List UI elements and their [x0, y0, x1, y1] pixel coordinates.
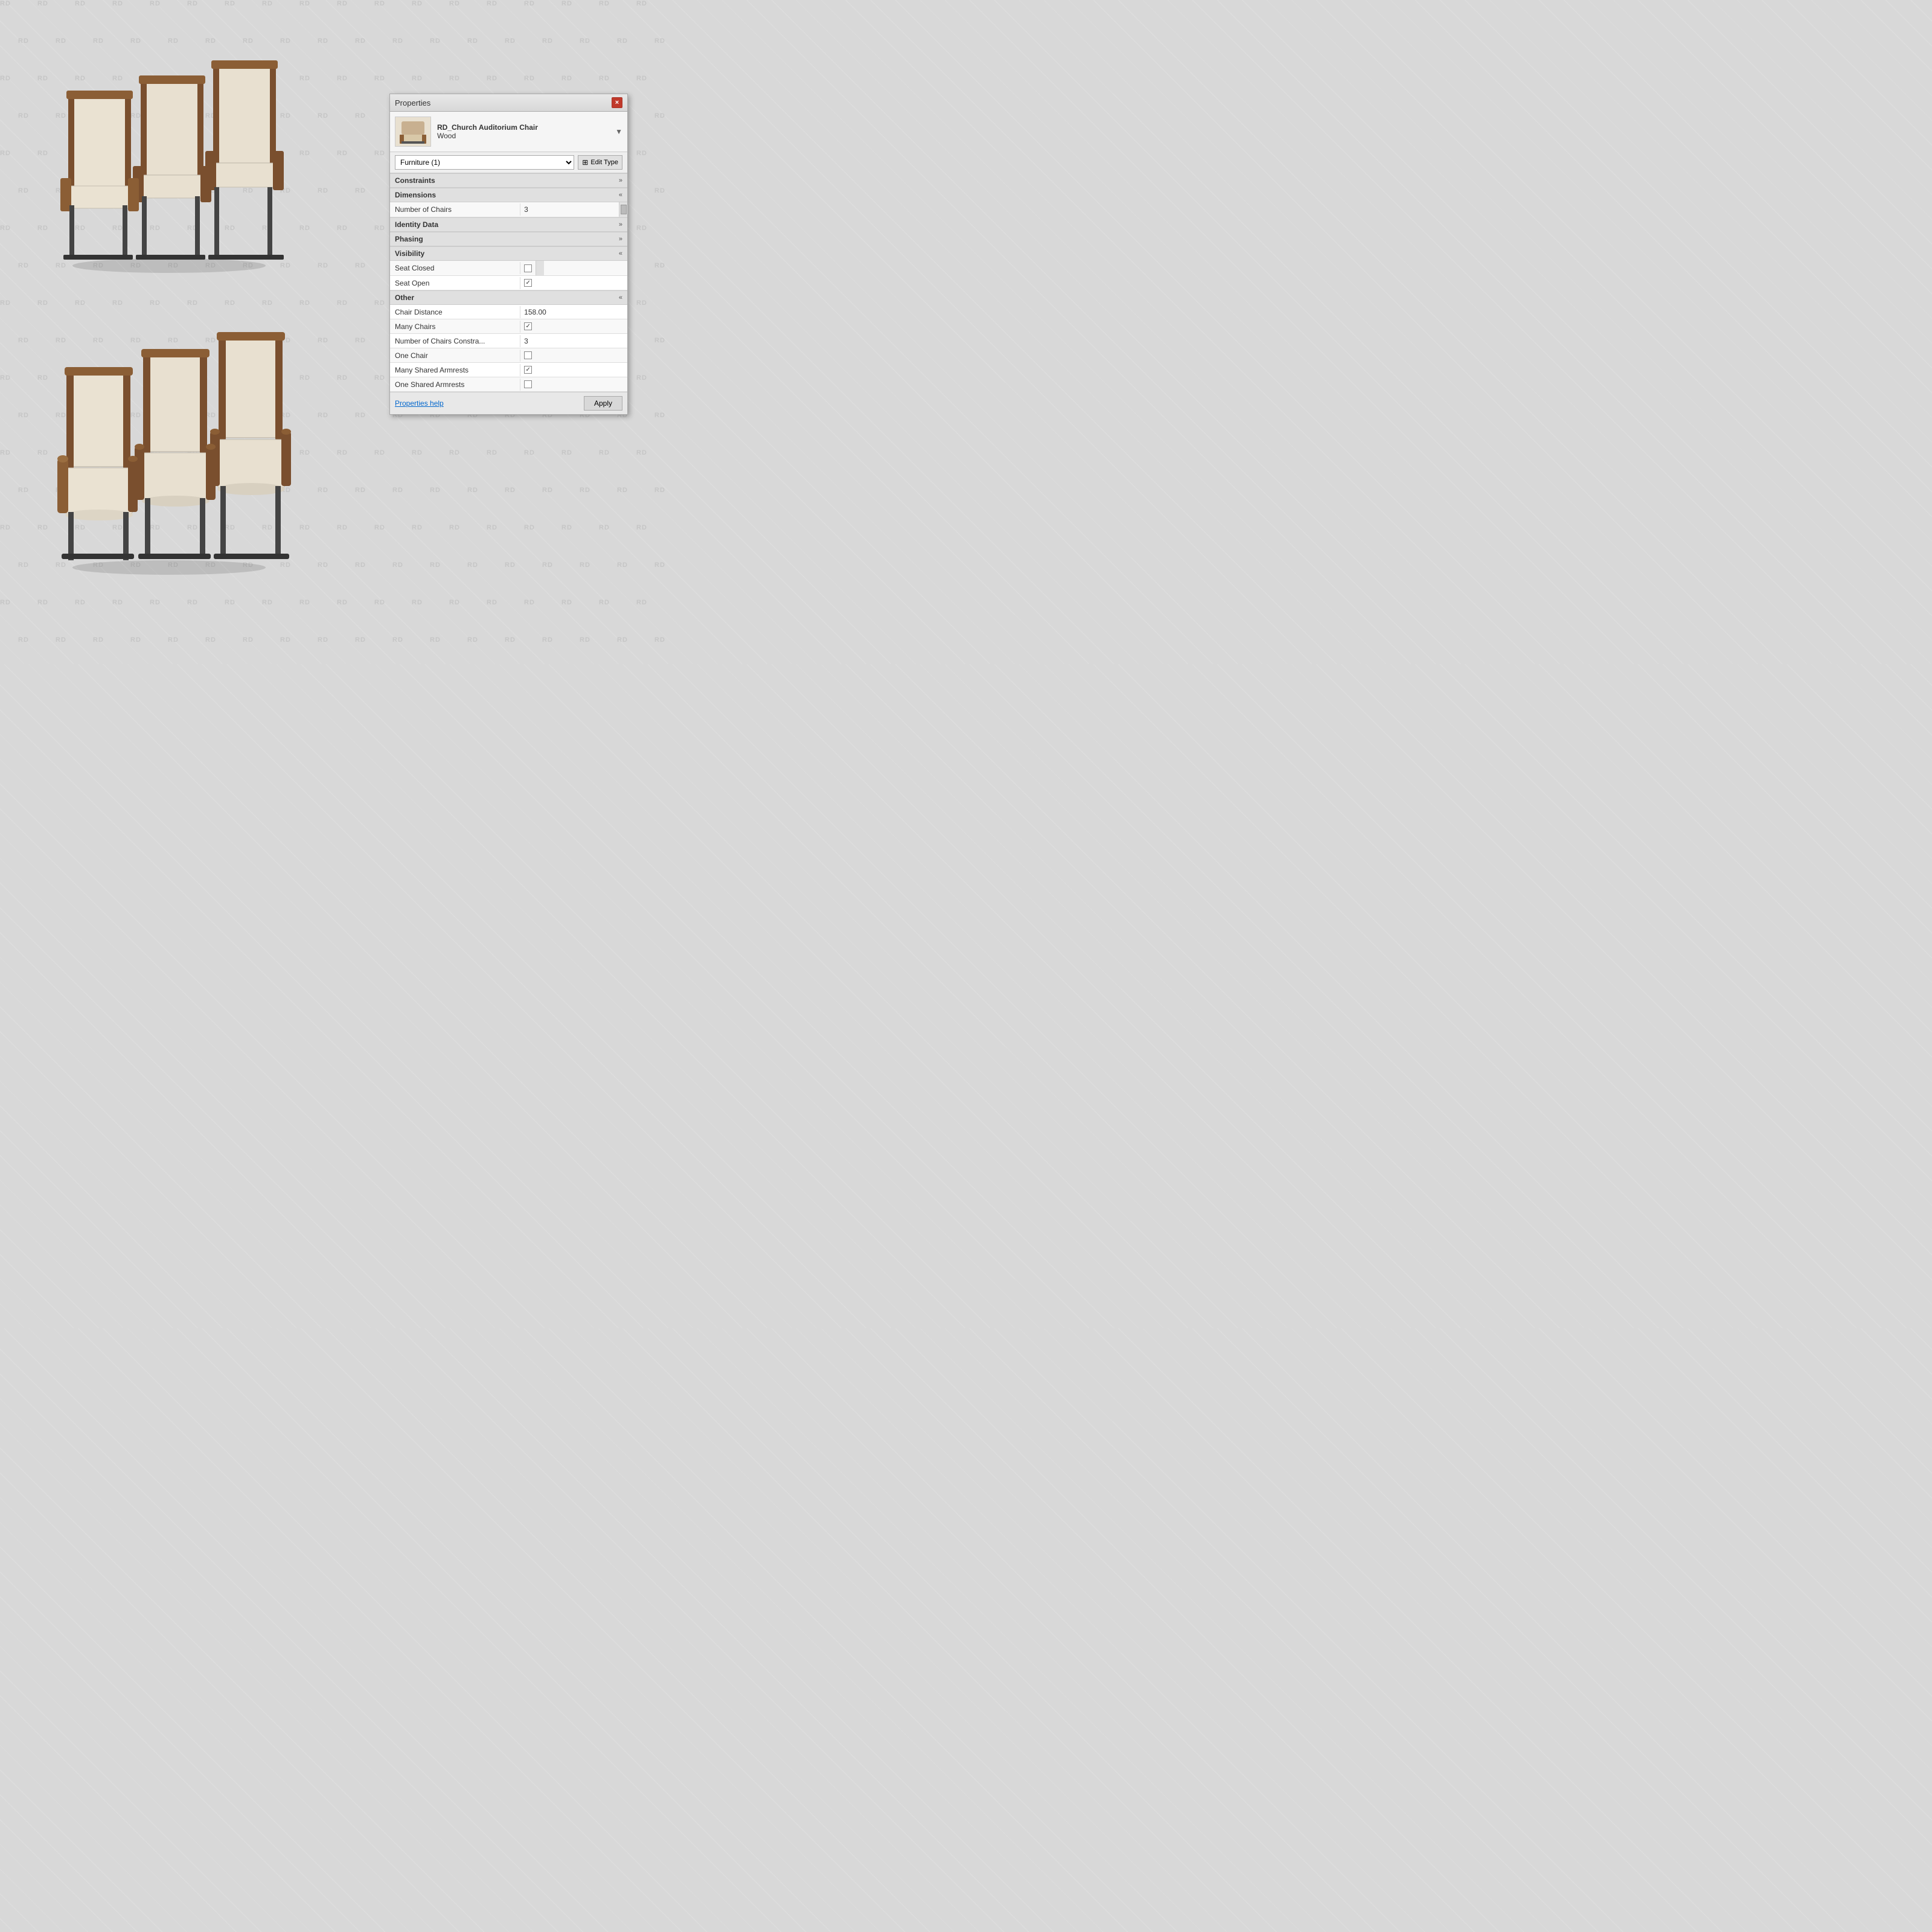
chair-distance-label: Chair Distance: [390, 306, 520, 318]
num-chairs-constra-row: Number of Chairs Constra... 3: [390, 334, 627, 348]
phasing-chevron: »: [619, 235, 622, 243]
seat-closed-checkbox[interactable]: [524, 264, 532, 272]
panel-titlebar: Properties ×: [390, 94, 627, 112]
item-thumbnail: [395, 117, 431, 147]
many-shared-armrests-row: Many Shared Armrests: [390, 363, 627, 377]
constraints-chevron: »: [619, 177, 622, 184]
header-dropdown-arrow[interactable]: ▼: [615, 127, 622, 136]
seat-closed-row: Seat Closed: [390, 261, 627, 276]
one-chair-value[interactable]: [520, 350, 536, 361]
visibility-section-header[interactable]: Visibility «: [390, 246, 627, 261]
seat-closed-value[interactable]: [520, 263, 536, 274]
phasing-section-header[interactable]: Phasing »: [390, 232, 627, 246]
chair-bottom-view: [36, 326, 314, 580]
many-shared-armrests-label: Many Shared Armrests: [390, 364, 520, 376]
phasing-label: Phasing: [395, 235, 423, 243]
dimensions-chevron: «: [619, 191, 622, 199]
many-chairs-value[interactable]: [520, 321, 536, 332]
visibility-chevron: «: [619, 250, 622, 257]
dimensions-section-header[interactable]: Dimensions «: [390, 188, 627, 202]
other-chevron: «: [619, 294, 622, 301]
num-chairs-constra-label: Number of Chairs Constra...: [390, 335, 520, 347]
identity-data-section-header[interactable]: Identity Data »: [390, 217, 627, 232]
many-chairs-label: Many Chairs: [390, 321, 520, 333]
category-select[interactable]: Furniture (1): [395, 155, 574, 170]
constraints-section-header[interactable]: Constraints »: [390, 173, 627, 188]
row-scrollbar: [619, 202, 627, 217]
one-chair-checkbox[interactable]: [524, 351, 532, 359]
one-shared-armrests-value[interactable]: [520, 379, 536, 390]
apply-button[interactable]: Apply: [584, 396, 622, 411]
item-name: RD_Church Auditorium Chair Wood: [437, 123, 538, 140]
chair-area: [24, 36, 350, 580]
panel-title: Properties: [395, 98, 430, 107]
number-of-chairs-label: Number of Chairs: [390, 203, 520, 216]
constraints-label: Constraints: [395, 176, 435, 185]
seat-open-row: Seat Open: [390, 276, 627, 290]
number-of-chairs-row: Number of Chairs 3: [390, 202, 627, 217]
num-chairs-constra-value[interactable]: 3: [520, 335, 627, 347]
chair-distance-row: Chair Distance 158.00: [390, 305, 627, 319]
many-chairs-row: Many Chairs: [390, 319, 627, 334]
many-shared-armrests-checkbox[interactable]: [524, 366, 532, 374]
number-of-chairs-value[interactable]: 3: [520, 203, 619, 216]
panel-footer: Properties help Apply: [390, 392, 627, 414]
chair-distance-value[interactable]: 158.00: [520, 306, 627, 318]
panel-header: RD_Church Auditorium Chair Wood ▼: [390, 112, 627, 152]
seat-open-label: Seat Open: [390, 277, 520, 289]
seat-closed-label: Seat Closed: [390, 262, 520, 274]
row-scrollbar-2: [536, 261, 544, 275]
properties-help-link[interactable]: Properties help: [395, 399, 444, 408]
close-button[interactable]: ×: [612, 97, 622, 108]
one-shared-armrests-checkbox[interactable]: [524, 380, 532, 388]
one-shared-armrests-label: One Shared Armrests: [390, 379, 520, 391]
other-label: Other: [395, 293, 414, 302]
one-shared-armrests-row: One Shared Armrests: [390, 377, 627, 392]
identity-data-chevron: »: [619, 221, 622, 228]
properties-panel: Properties × RD_Church Auditorium Chair …: [389, 94, 628, 415]
one-chair-label: One Chair: [390, 350, 520, 362]
edit-type-icon: ⊞: [582, 158, 588, 167]
identity-data-label: Identity Data: [395, 220, 438, 229]
many-chairs-checkbox[interactable]: [524, 322, 532, 330]
visibility-label: Visibility: [395, 249, 424, 258]
seat-open-value[interactable]: [520, 277, 536, 289]
seat-open-checkbox[interactable]: [524, 279, 532, 287]
scrollbar-handle[interactable]: [621, 205, 627, 214]
one-chair-row: One Chair: [390, 348, 627, 363]
chair-top-view: [36, 48, 314, 278]
edit-type-button[interactable]: ⊞ Edit Type: [578, 155, 622, 170]
other-section-header[interactable]: Other «: [390, 290, 627, 305]
category-row: Furniture (1) ⊞ Edit Type: [390, 152, 627, 173]
dimensions-label: Dimensions: [395, 191, 436, 199]
many-shared-armrests-value[interactable]: [520, 364, 536, 376]
